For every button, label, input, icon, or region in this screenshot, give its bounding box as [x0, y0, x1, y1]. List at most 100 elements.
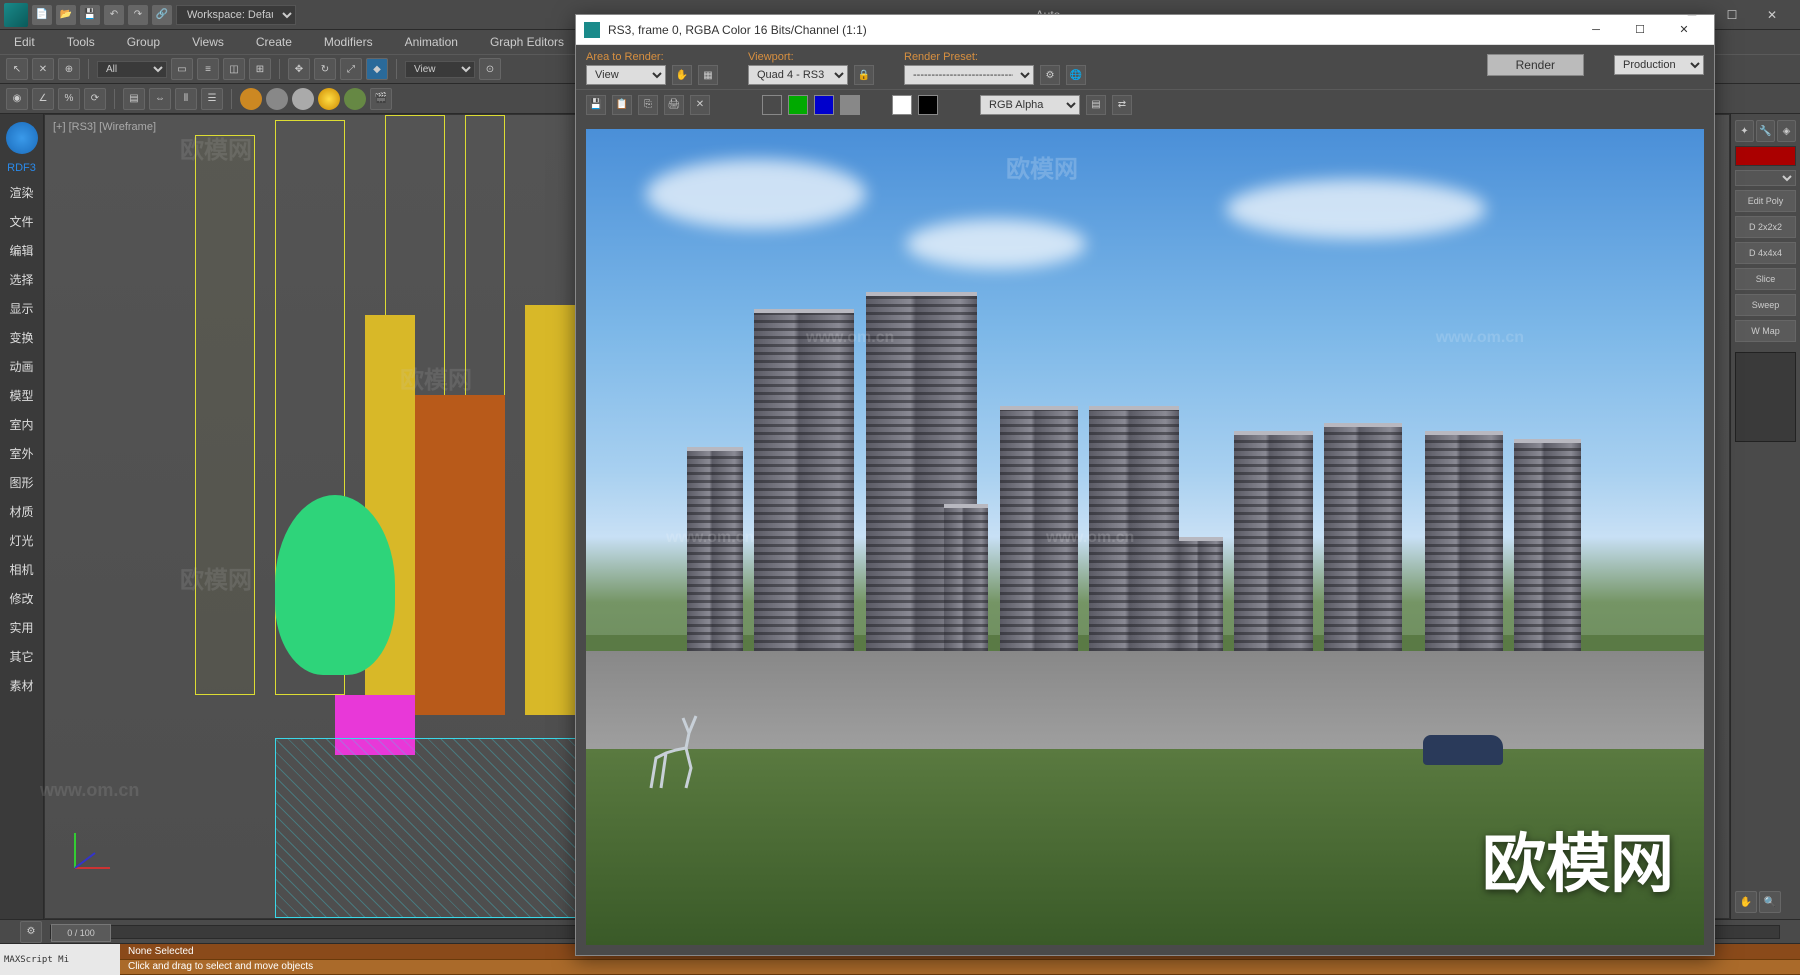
open-file-icon[interactable]: 📂 — [56, 5, 76, 25]
sidebar-modify[interactable]: 修改 — [7, 588, 35, 609]
sidebar-camera[interactable]: 相机 — [7, 559, 35, 580]
menu-modifiers[interactable]: Modifiers — [318, 33, 379, 51]
cmd-edit-poly[interactable]: Edit Poly — [1735, 190, 1796, 212]
spinner-snap-icon[interactable]: ⟳ — [84, 88, 106, 110]
sidebar-other[interactable]: 其它 — [7, 646, 35, 667]
channel-green[interactable] — [788, 95, 808, 115]
cmd-slice[interactable]: Slice — [1735, 268, 1796, 290]
selection-filter-dropdown[interactable]: All — [97, 61, 167, 78]
modifier-dropdown[interactable] — [1735, 170, 1796, 186]
maximize-icon[interactable]: ☐ — [1712, 1, 1752, 29]
channel-blue[interactable] — [814, 95, 834, 115]
hierarchy-panel-icon[interactable]: ◈ — [1777, 120, 1796, 142]
move-icon[interactable]: ✥ — [288, 58, 310, 80]
pan-icon[interactable]: ✋ — [1735, 891, 1757, 913]
layer-icon[interactable]: ☰ — [201, 88, 223, 110]
lock-viewport-icon[interactable]: 🔒 — [854, 65, 874, 85]
channel-mono[interactable] — [840, 95, 860, 115]
sidebar-select[interactable]: 选择 — [7, 269, 35, 290]
align-icon[interactable]: ⫴ — [175, 88, 197, 110]
sidebar-file[interactable]: 文件 — [7, 211, 35, 232]
color-swatch[interactable] — [1735, 146, 1796, 166]
viewport-label[interactable]: [+] [RS3] [Wireframe] — [53, 121, 156, 133]
pivot-icon[interactable]: ⊙ — [479, 58, 501, 80]
channel-red[interactable] — [762, 95, 782, 115]
clone-image-icon[interactable]: ⎘ — [638, 95, 658, 115]
copy-image-icon[interactable]: 📋 — [612, 95, 632, 115]
undo-icon[interactable]: ↶ — [104, 5, 124, 25]
window-crossing-icon[interactable]: ⊞ — [249, 58, 271, 80]
region-edit-icon[interactable]: ✋ — [672, 65, 692, 85]
unlink-icon[interactable]: ✕ — [32, 58, 54, 80]
save-image-icon[interactable]: 💾 — [586, 95, 606, 115]
environment-icon[interactable] — [344, 88, 366, 110]
alpha-toggle[interactable] — [892, 95, 912, 115]
sidebar-edit[interactable]: 编辑 — [7, 240, 35, 261]
render-titlebar[interactable]: RS3, frame 0, RGBA Color 16 Bits/Channel… — [576, 15, 1714, 45]
plugin-logo-icon[interactable] — [6, 122, 38, 154]
mirror-icon[interactable]: ⇔ — [149, 88, 171, 110]
sidebar-exterior[interactable]: 室外 — [7, 443, 35, 464]
modify-panel-icon[interactable]: 🔧 — [1756, 120, 1775, 142]
channel-dropdown[interactable]: RGB Alpha — [980, 95, 1080, 115]
minimize-icon[interactable]: ─ — [1672, 1, 1712, 29]
select-region-icon[interactable]: ◫ — [223, 58, 245, 80]
placement-icon[interactable]: ◆ — [366, 58, 388, 80]
time-config-icon[interactable]: ⚙ — [20, 921, 42, 943]
render-setup-icon[interactable]: ⚙ — [1040, 65, 1060, 85]
cmd-d2x2x2[interactable]: D 2x2x2 — [1735, 216, 1796, 238]
angle-snap-icon[interactable]: ∠ — [32, 88, 54, 110]
render-icon[interactable]: 🎬 — [370, 88, 392, 110]
close-icon[interactable]: ✕ — [1752, 1, 1792, 29]
menu-views[interactable]: Views — [186, 33, 230, 51]
redo-icon[interactable]: ↷ — [128, 5, 148, 25]
sidebar-render[interactable]: 渲染 — [7, 182, 35, 203]
create-panel-icon[interactable]: ✦ — [1735, 120, 1754, 142]
scale-icon[interactable]: ⤢ — [340, 58, 362, 80]
area-to-render-dropdown[interactable]: View — [586, 65, 666, 85]
rotate-icon[interactable]: ↻ — [314, 58, 336, 80]
sidebar-display[interactable]: 显示 — [7, 298, 35, 319]
render-setup-icon[interactable] — [266, 88, 288, 110]
sidebar-light[interactable]: 灯光 — [7, 530, 35, 551]
compare-icon[interactable]: ⇄ — [1112, 95, 1132, 115]
select-icon[interactable]: ▭ — [171, 58, 193, 80]
bg-toggle[interactable] — [918, 95, 938, 115]
cmd-wmap[interactable]: W Map — [1735, 320, 1796, 342]
new-file-icon[interactable]: 📄 — [32, 5, 52, 25]
render-maximize-icon[interactable]: ☐ — [1618, 16, 1662, 44]
menu-graph-editors[interactable]: Graph Editors — [484, 33, 570, 51]
modifier-stack[interactable] — [1735, 352, 1796, 442]
sidebar-transform[interactable]: 变换 — [7, 327, 35, 348]
sun-icon[interactable] — [318, 88, 340, 110]
sidebar-animation[interactable]: 动画 — [7, 356, 35, 377]
sidebar-interior[interactable]: 室内 — [7, 414, 35, 435]
maxscript-listener[interactable]: MAXScript Mi — [0, 944, 120, 975]
select-name-icon[interactable]: ≡ — [197, 58, 219, 80]
production-dropdown[interactable]: Production — [1614, 55, 1704, 75]
material-editor-icon[interactable] — [240, 88, 262, 110]
viewport-dropdown[interactable]: Quad 4 - RS3 — [748, 65, 848, 85]
print-icon[interactable]: 🖨 — [664, 95, 684, 115]
menu-edit[interactable]: Edit — [8, 33, 41, 51]
app-logo[interactable] — [4, 3, 28, 27]
workspace-dropdown[interactable]: Workspace: Default — [176, 5, 296, 25]
menu-animation[interactable]: Animation — [399, 33, 464, 51]
environment-icon[interactable]: 🌐 — [1066, 65, 1086, 85]
menu-group[interactable]: Group — [121, 33, 166, 51]
named-selection-icon[interactable]: ▤ — [123, 88, 145, 110]
percent-snap-icon[interactable]: % — [58, 88, 80, 110]
snap-icon[interactable]: ◉ — [6, 88, 28, 110]
link-icon[interactable]: 🔗 — [152, 5, 172, 25]
cmd-sweep[interactable]: Sweep — [1735, 294, 1796, 316]
auto-region-icon[interactable]: ▦ — [698, 65, 718, 85]
sidebar-assets[interactable]: 素材 — [7, 675, 35, 696]
sidebar-shape[interactable]: 图形 — [7, 472, 35, 493]
menu-create[interactable]: Create — [250, 33, 298, 51]
save-icon[interactable]: 💾 — [80, 5, 100, 25]
sidebar-model[interactable]: 模型 — [7, 385, 35, 406]
time-thumb[interactable]: 0 / 100 — [51, 924, 111, 942]
zoom-icon[interactable]: 🔍 — [1759, 891, 1781, 913]
ref-coord-dropdown[interactable]: View — [405, 61, 475, 78]
sidebar-material[interactable]: 材质 — [7, 501, 35, 522]
